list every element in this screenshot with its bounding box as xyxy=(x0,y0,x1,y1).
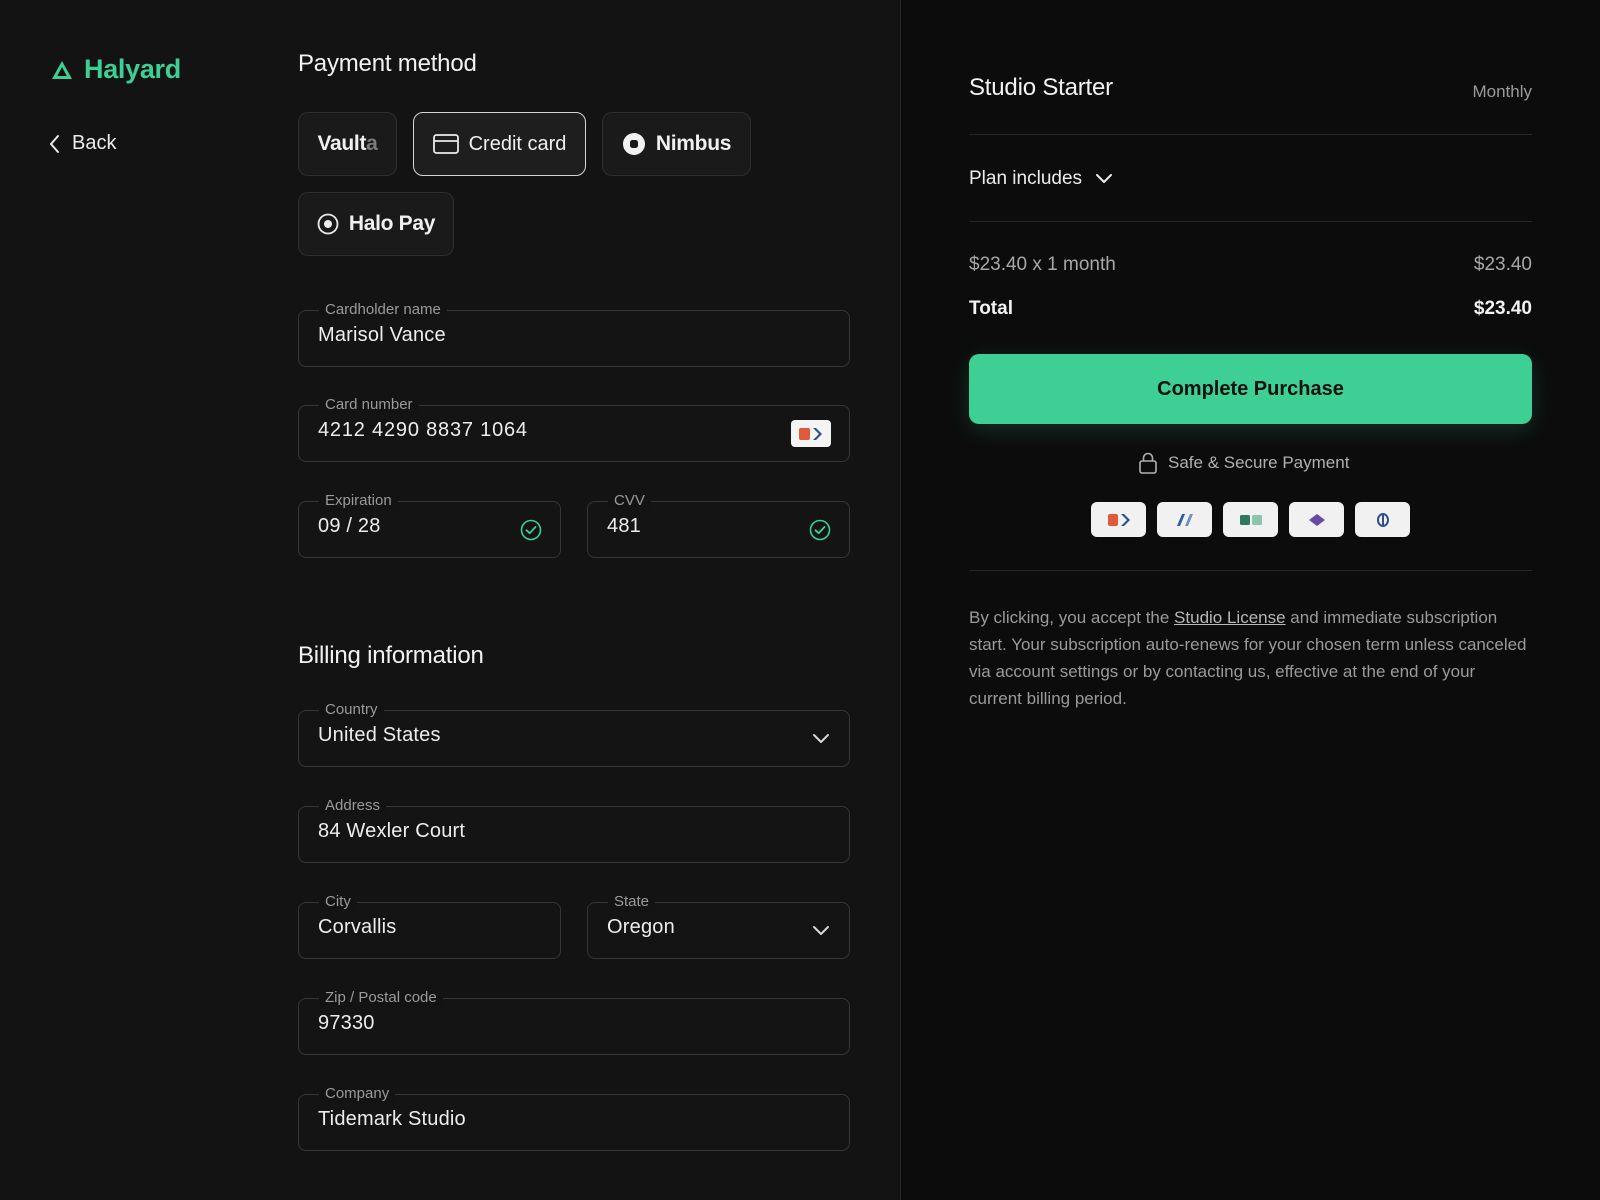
cardholder-name-value: Marisol Vance xyxy=(318,324,446,346)
secure-payment-label: Safe & Secure Payment xyxy=(1168,453,1350,472)
card-brand-2-icon xyxy=(1157,502,1212,537)
vaulta-label-main: Vault xyxy=(317,132,367,155)
card-brand-1-icon xyxy=(1091,502,1146,537)
address-value: 84 Wexler Court xyxy=(318,820,466,842)
checkout-form-pane: Halyard Back Payment method Vaulta Credi… xyxy=(0,0,900,1200)
plan-includes-toggle[interactable]: Plan includes xyxy=(969,168,1114,190)
card-brand-4-icon xyxy=(1289,502,1344,537)
country-label: Country xyxy=(319,701,384,719)
nimbus-label: Nimbus xyxy=(655,132,732,155)
vaulta-label-accent: a xyxy=(366,132,378,155)
lock-icon xyxy=(1139,452,1157,474)
plan-includes-label: Plan includes xyxy=(969,168,1083,189)
summary-divider xyxy=(969,570,1532,571)
chevron-down-icon xyxy=(813,926,829,935)
card-brand-icon xyxy=(791,420,831,447)
brand-logo[interactable]: Halyard xyxy=(50,54,181,85)
chevron-left-icon xyxy=(50,134,59,153)
zip-code-field[interactable]: Zip / Postal code 97330 xyxy=(298,989,850,1055)
complete-purchase-button[interactable]: Complete Purchase xyxy=(969,354,1532,424)
total-amount: $23.40 xyxy=(1473,298,1532,319)
payment-option-nimbus[interactable]: Nimbus xyxy=(602,112,751,176)
cvv-value: 481 xyxy=(607,515,641,537)
company-value: Tidemark Studio xyxy=(318,1108,466,1130)
line-item-label: $23.40 x 1 month xyxy=(969,254,1116,275)
zip-code-label: Zip / Postal code xyxy=(319,989,443,1007)
studio-license-link[interactable]: Studio License xyxy=(1174,608,1286,627)
plan-name: Studio Starter xyxy=(969,74,1113,101)
cardholder-name-field[interactable]: Cardholder name Marisol Vance xyxy=(298,301,850,367)
state-value: Oregon xyxy=(607,916,675,938)
vaulta-label: Vaulta xyxy=(317,132,377,156)
chevron-down-icon xyxy=(813,734,829,743)
address-label: Address xyxy=(319,797,387,815)
back-label: Back xyxy=(72,132,117,154)
payment-option-halo-pay[interactable]: Halo Pay xyxy=(298,192,454,256)
credit-card-label: Credit card xyxy=(468,132,567,155)
line-item-amount: $23.40 xyxy=(1473,254,1532,275)
payment-method-title: Payment method xyxy=(298,50,477,77)
expiration-label: Expiration xyxy=(319,492,398,510)
payment-option-credit-card[interactable]: Credit card xyxy=(413,112,586,176)
back-link[interactable]: Back xyxy=(48,132,116,155)
state-select[interactable]: State Oregon xyxy=(587,893,850,959)
complete-purchase-label: Complete Purchase xyxy=(1157,377,1344,400)
accepted-card-brands xyxy=(1091,502,1410,537)
company-field[interactable]: Company Tidemark Studio xyxy=(298,1085,850,1151)
expiration-field[interactable]: Expiration 09 / 28 xyxy=(298,492,561,558)
legal-prefix: By clicking, you accept the xyxy=(969,608,1175,627)
city-value: Corvallis xyxy=(318,916,397,938)
card-brand-5-icon xyxy=(1355,502,1410,537)
zip-code-value: 97330 xyxy=(318,1012,375,1034)
credit-card-icon xyxy=(432,134,459,154)
state-label: State xyxy=(608,893,656,911)
company-label: Company xyxy=(319,1085,396,1103)
city-label: City xyxy=(319,893,357,911)
expiration-value: 09 / 28 xyxy=(318,515,381,537)
country-select[interactable]: Country United States xyxy=(298,701,850,767)
card-number-value: 4212 4290 8837 1064 xyxy=(318,419,528,441)
billing-information-title: Billing information xyxy=(298,642,484,669)
country-value: United States xyxy=(318,724,441,746)
summary-divider xyxy=(969,134,1532,135)
billing-cycle: Monthly xyxy=(1472,82,1532,101)
halo-pay-label: Halo Pay xyxy=(348,212,436,235)
cvv-field[interactable]: CVV 481 xyxy=(587,492,850,558)
payment-option-vaulta[interactable]: Vaulta xyxy=(298,112,397,176)
check-circle-icon xyxy=(520,519,542,541)
summary-divider xyxy=(969,221,1532,222)
brand-name: Halyard xyxy=(84,54,181,84)
total-label: Total xyxy=(969,298,1013,319)
card-number-label: Card number xyxy=(319,396,419,414)
card-brand-3-icon xyxy=(1223,502,1278,537)
city-field[interactable]: City Corvallis xyxy=(298,893,561,959)
chevron-down-icon xyxy=(1096,174,1113,183)
card-number-field[interactable]: Card number 4212 4290 8837 1064 xyxy=(298,396,850,462)
halyard-triangle-icon xyxy=(52,60,72,79)
secure-payment-note: Safe & Secure Payment xyxy=(1138,452,1349,474)
cardholder-name-label: Cardholder name xyxy=(319,301,447,319)
halo-pay-logo-icon xyxy=(317,213,339,235)
address-field[interactable]: Address 84 Wexler Court xyxy=(298,797,850,863)
cvv-label: CVV xyxy=(608,492,651,510)
legal-notice: By clicking, you accept the Studio Licen… xyxy=(969,604,1529,712)
nimbus-logo-icon xyxy=(622,133,645,155)
check-circle-icon xyxy=(809,519,831,541)
